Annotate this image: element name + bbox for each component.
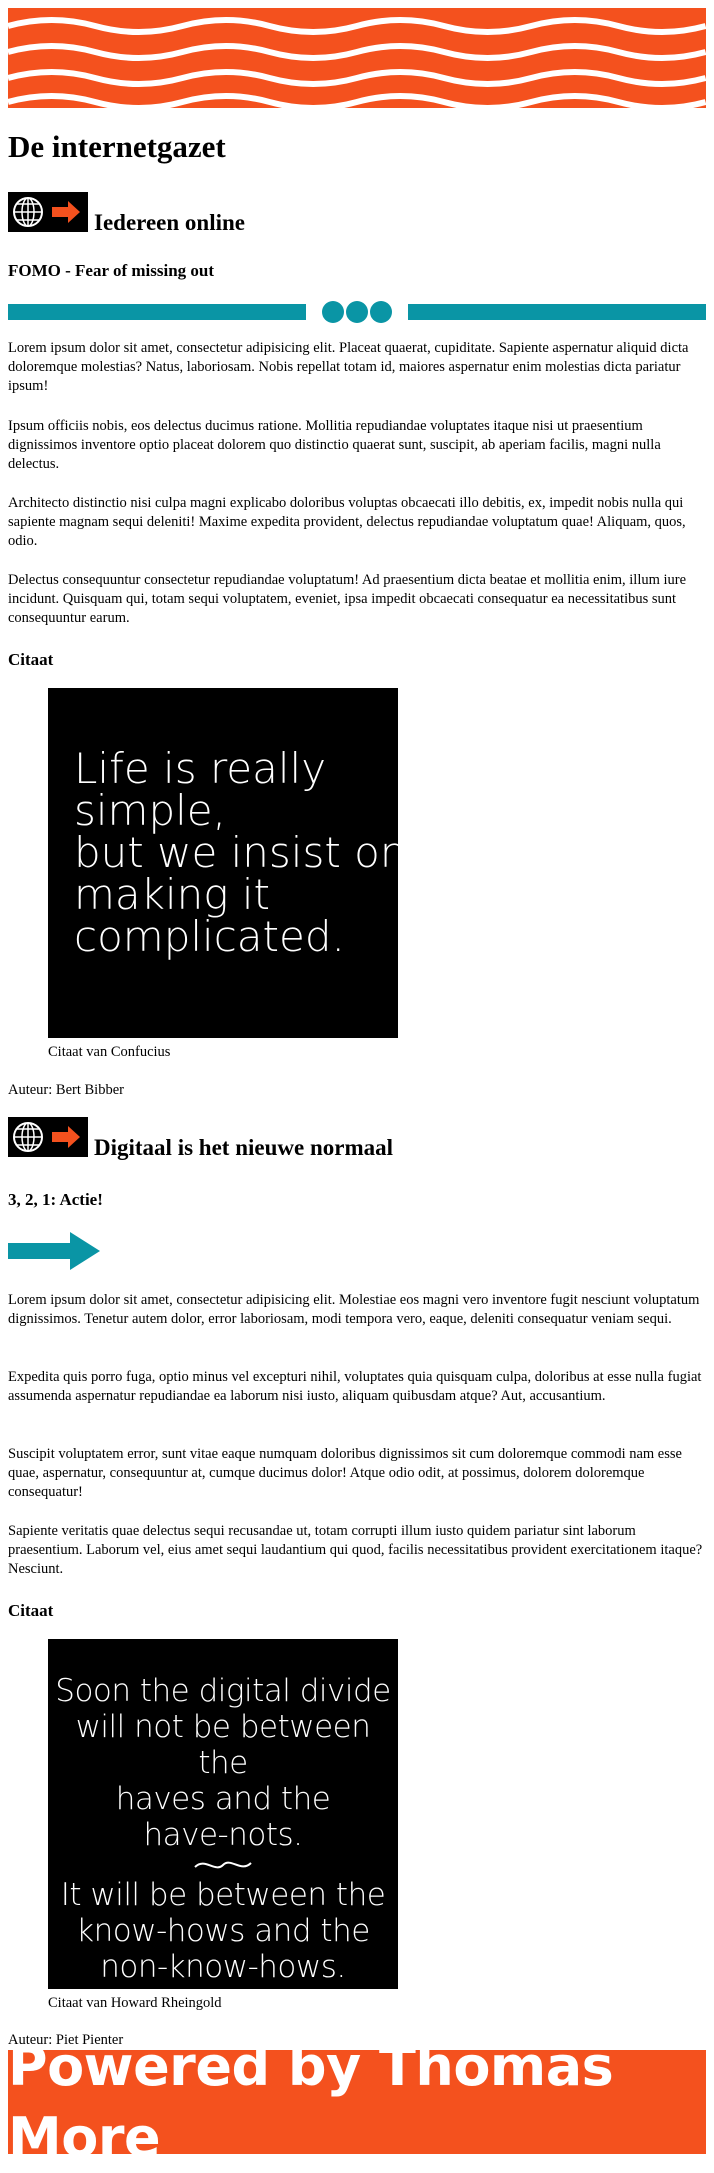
quote-caption: Citaat van Confucius	[48, 1044, 171, 1060]
site-title: De internetgazet	[8, 129, 226, 164]
quote-heading: Citaat	[8, 1601, 54, 1620]
footer-text: Powered by Thomas More	[8, 2034, 614, 2169]
section-heading: Digitaal is het nieuwe normaal	[94, 1135, 393, 1160]
footer-banner: Powered by Thomas More	[8, 2035, 706, 2169]
author-line: Auteur: Bert Bibber	[8, 1082, 124, 1098]
header-wave-banner	[8, 8, 706, 108]
quote-text: Life is really simple, but we insist on …	[74, 744, 407, 961]
section-heading: Iedereen online	[94, 210, 245, 235]
quote-image-rheingold: Soon the digital divide will not be betw…	[48, 1639, 398, 1989]
page: De internetgazet Iedereen online FOMO - …	[0, 0, 714, 2169]
section-subheading: 3, 2, 1: Actie!	[8, 1190, 103, 1209]
paragraph: Ipsum officiis nobis, eos delectus ducim…	[8, 418, 661, 473]
quote-text: Soon the digital divide will not be betw…	[55, 1673, 391, 1985]
paragraph: Delectus consequuntur consectetur repudi…	[8, 572, 687, 627]
quote-image-confucius: Life is really simple, but we insist on …	[48, 688, 407, 1038]
section-subheading: FOMO - Fear of missing out	[8, 261, 215, 280]
paragraph: Architecto distinctio nisi culpa magni e…	[8, 495, 686, 550]
paragraph: Lorem ipsum dolor sit amet, consectetur …	[8, 340, 689, 395]
paragraph: Lorem ipsum dolor sit amet, consectetur …	[8, 1292, 700, 1328]
paragraph: Suscipit voluptatem error, sunt vitae ea…	[8, 1446, 682, 1501]
swirl-ornament-icon	[194, 1861, 252, 1869]
section-heading-row: Iedereen online	[8, 192, 245, 235]
dots-divider	[8, 301, 706, 323]
globe-arrow-icon	[8, 192, 88, 232]
quote-caption: Citaat van Howard Rheingold	[48, 1995, 222, 2011]
paragraph: Expedita quis porro fuga, optio minus ve…	[8, 1369, 702, 1405]
teal-arrow-icon	[8, 1232, 100, 1270]
section-heading-row: Digitaal is het nieuwe normaal	[8, 1117, 393, 1160]
quote-heading: Citaat	[8, 650, 54, 669]
globe-arrow-icon	[8, 1117, 88, 1157]
paragraph: Sapiente veritatis quae delectus sequi r…	[8, 1523, 703, 1578]
